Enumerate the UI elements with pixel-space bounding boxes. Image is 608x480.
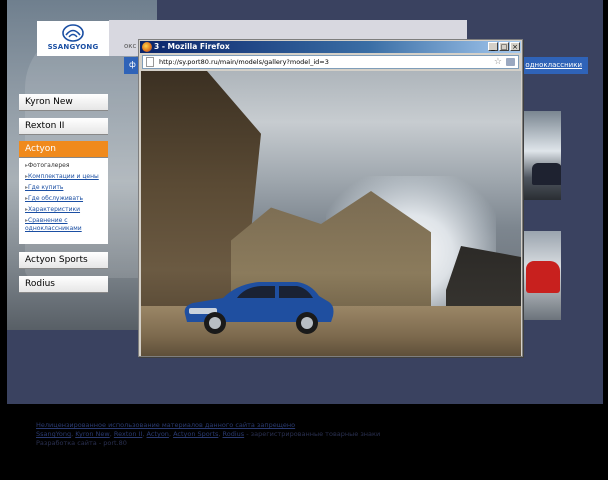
- desktop-screen: окс SSANGYONG ф одноклассники Kyron New …: [0, 0, 608, 480]
- footer-link-actyon[interactable]: Actyon: [147, 430, 169, 438]
- gallery-thumbnail-1[interactable]: [522, 111, 561, 200]
- footer-trademark-suffix: - зарегистрированные товарные знаки: [244, 430, 381, 438]
- actyon-submenu: Фотогалерея Комплектации и цены Где купи…: [19, 158, 108, 244]
- extension-icon[interactable]: [506, 58, 515, 66]
- footer-link-rexton-ii[interactable]: Rexton II: [114, 430, 143, 438]
- footer-developer: Разработка сайта - port.80: [36, 439, 127, 447]
- minimize-button[interactable]: _: [488, 42, 498, 51]
- footer-link-rodius[interactable]: Rodius: [223, 430, 245, 438]
- footer-trademarks: SsangYong, Kyron New, Rexton II, Actyon,…: [36, 430, 381, 438]
- close-button[interactable]: ×: [510, 42, 520, 51]
- star-icon[interactable]: ☆: [494, 56, 502, 68]
- address-bar[interactable]: http://sy.port80.ru/main/models/gallery?…: [142, 55, 519, 69]
- side-menu-rexton-ii[interactable]: Rexton II: [19, 118, 108, 135]
- gallery-thumbnail-2[interactable]: [522, 231, 561, 320]
- side-menu-actyon[interactable]: Actyon: [19, 141, 108, 158]
- submenu-photo-gallery[interactable]: Фотогалерея: [25, 162, 105, 170]
- footer-link-kyron-new[interactable]: Kyron New: [75, 430, 110, 438]
- footer-copyright[interactable]: Нелицензированное использование материал…: [36, 421, 436, 430]
- address-url[interactable]: http://sy.port80.ru/main/models/gallery?…: [159, 56, 329, 68]
- firefox-icon: [142, 42, 152, 52]
- thumbnail-car-shape: [532, 163, 561, 185]
- header-text: окс: [124, 42, 137, 50]
- window-titlebar[interactable]: 3 - Mozilla Firefox _ □ ×: [140, 41, 521, 53]
- footer-link-actyon-sports[interactable]: Actyon Sports: [173, 430, 218, 438]
- logo-text: SSANGYONG: [47, 43, 99, 51]
- submenu-service[interactable]: Где обслуживать: [25, 195, 105, 203]
- page-icon: [146, 57, 154, 67]
- footer-link-ssangyong[interactable]: SsangYong: [36, 430, 71, 438]
- nav-left-label[interactable]: ф: [129, 60, 136, 69]
- submenu-prices[interactable]: Комплектации и цены: [25, 173, 105, 181]
- ssangyong-emblem-icon: [62, 24, 84, 42]
- blue-suv-car: [184, 282, 334, 334]
- submenu-compare[interactable]: Сравнение с одноклассниками: [25, 217, 105, 233]
- submenu-specs[interactable]: Характеристики: [25, 206, 105, 214]
- side-menu-rodius[interactable]: Rodius: [19, 276, 108, 293]
- side-menu-kyron-new[interactable]: Kyron New: [19, 94, 108, 111]
- ssangyong-logo[interactable]: SSANGYONG: [37, 21, 109, 56]
- thumbnail-car-shape: [526, 261, 560, 293]
- window-title: 3 - Mozilla Firefox: [154, 42, 230, 51]
- nav-compare-link[interactable]: одноклассники: [525, 61, 582, 69]
- submenu-where-to-buy[interactable]: Где купить: [25, 184, 105, 192]
- firefox-popup-window: 3 - Mozilla Firefox _ □ × http://sy.port…: [138, 39, 523, 357]
- site-footer: Нелицензированное использование материал…: [36, 421, 436, 448]
- side-menu-actyon-sports[interactable]: Actyon Sports: [19, 252, 108, 269]
- maximize-button[interactable]: □: [499, 42, 509, 51]
- gallery-photo: [141, 71, 521, 356]
